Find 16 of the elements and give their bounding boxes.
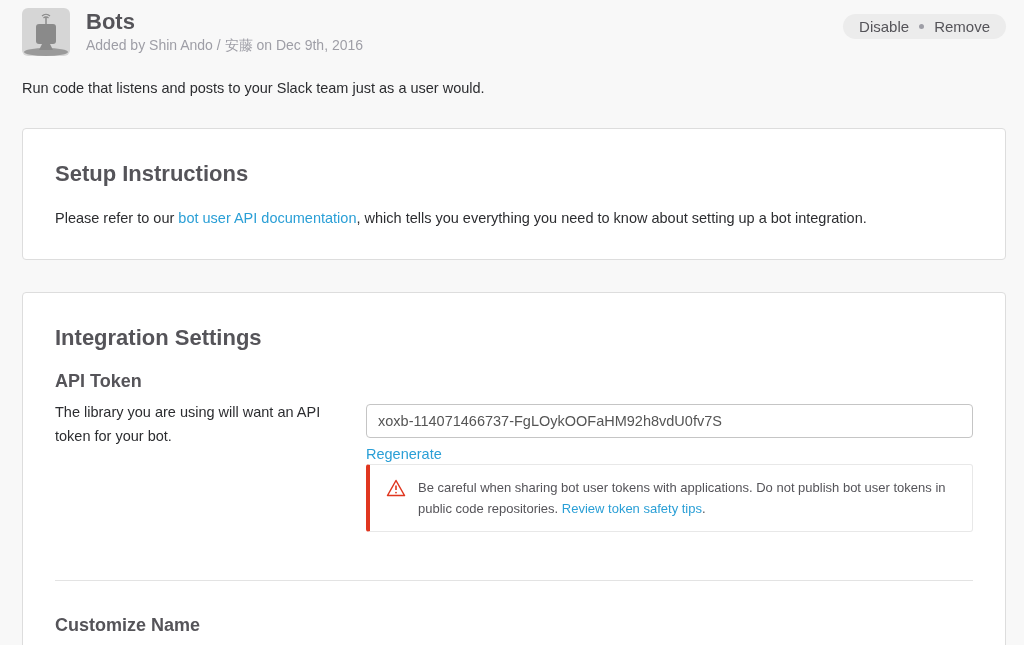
help-text: The library you are using will want an API token for your bot. bbox=[55, 403, 322, 446]
setup-text: Please refer to our bot user API documentation, which tells you everything you need to know about setting up a bot integration. bbox=[55, 209, 868, 228]
added-by-text: Added by Shin Ando / 安藤 on Dec 9th, 2016 bbox=[86, 36, 365, 55]
section-title: Setup Instructions bbox=[55, 161, 250, 187]
section-title: Integration Settings bbox=[55, 325, 263, 351]
action-button[interactable]: Disable bbox=[859, 18, 910, 35]
subsection-title: Customize Name bbox=[55, 615, 202, 636]
page-title: Bots bbox=[86, 9, 136, 35]
action-button[interactable]: Remove bbox=[934, 18, 990, 35]
warning-text: Be careful when sharing bot user tokens with applications. Do not publish bot user tokens in public code repositories. Review token safety tips. bbox=[418, 479, 947, 518]
warning-icon bbox=[386, 479, 406, 497]
separator-dot bbox=[919, 24, 925, 29]
token-field[interactable]: xoxb-114071466737-FgLOykOOFaHM92h8vdU0fv7S bbox=[366, 404, 973, 438]
subsection-title: API Token bbox=[55, 371, 143, 392]
description-text: Run code that listens and posts to your Slack team just as a user would. bbox=[22, 80, 486, 96]
robot-icon bbox=[22, 8, 70, 56]
